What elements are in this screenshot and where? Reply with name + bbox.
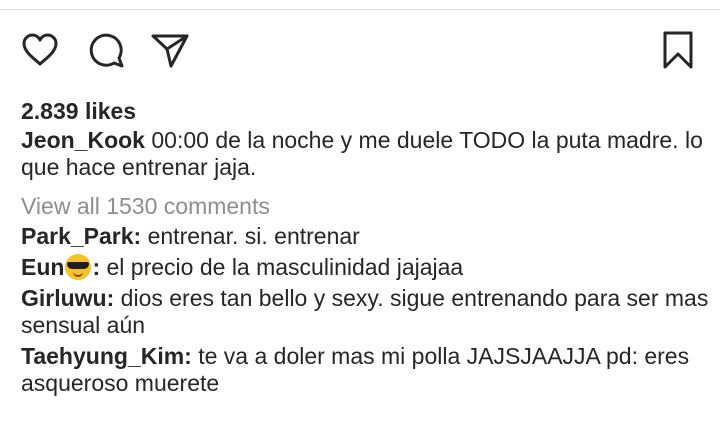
like-button[interactable] xyxy=(18,28,62,72)
comment-text: el precio de la masculinidad jajajaa xyxy=(100,254,464,280)
post-details: 2.839 likes Jeon_Kook 00:00 de la noche … xyxy=(21,98,711,401)
paper-plane-icon xyxy=(151,34,189,68)
comment-item: Eun: el precio de la masculinidad jajaja… xyxy=(21,254,711,281)
save-button[interactable] xyxy=(656,28,700,72)
comment-button[interactable] xyxy=(84,28,128,72)
share-button[interactable] xyxy=(148,28,192,72)
top-divider xyxy=(0,9,720,10)
comment-item: Girluwu: dios eres tan bello y sexy. sig… xyxy=(21,285,711,339)
comment-item: Park_Park: entrenar. si. entrenar xyxy=(21,223,711,250)
post-caption: Jeon_Kook 00:00 de la noche y me duele T… xyxy=(21,127,711,181)
comment-username[interactable]: Girluwu: xyxy=(21,285,114,311)
comment-username[interactable]: Taehyung_Kim: xyxy=(21,343,192,369)
comment-username-colon: : xyxy=(92,254,101,280)
caption-username[interactable]: Jeon_Kook xyxy=(21,127,145,153)
comment-item: Taehyung_Kim: te va a doler mas mi polla… xyxy=(21,343,711,397)
comment-username[interactable]: Eun xyxy=(21,254,64,280)
bookmark-icon xyxy=(663,31,693,69)
heart-icon xyxy=(22,33,58,66)
comment-bubble-icon xyxy=(89,33,124,68)
sunglasses-emoji-icon xyxy=(65,254,92,280)
comment-username[interactable]: Park_Park: xyxy=(21,223,141,249)
view-all-comments-link[interactable]: View all 1530 comments xyxy=(21,193,711,220)
likes-count[interactable]: 2.839 likes xyxy=(21,98,711,125)
post-action-bar xyxy=(0,28,720,76)
comment-text: dios eres tan bello y sexy. sigue entren… xyxy=(21,285,709,338)
comment-text: entrenar. si. entrenar xyxy=(141,223,360,249)
